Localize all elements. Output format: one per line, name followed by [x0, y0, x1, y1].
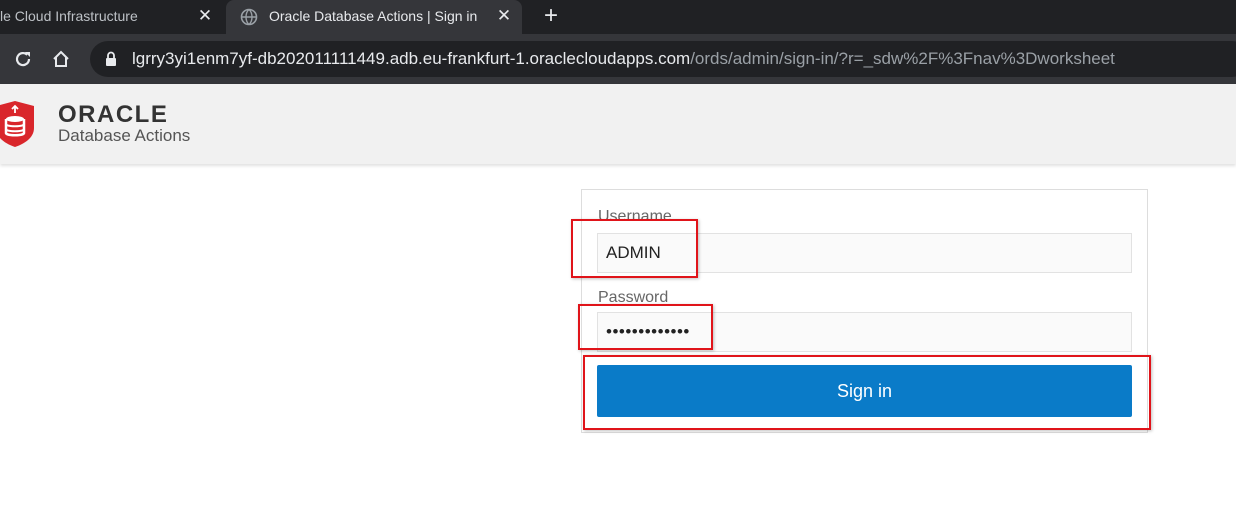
url-path: /ords/admin/sign-in/?r=_sdw%2F%3Fnav%3Dw…: [690, 49, 1115, 68]
tab-title: Oracle Database Actions | Sign in: [269, 8, 478, 24]
reload-icon[interactable]: [12, 48, 34, 70]
sign-in-highlight-box: [583, 355, 1151, 430]
password-highlight-box: [578, 304, 713, 350]
database-actions-logo-icon: [0, 101, 34, 147]
home-icon[interactable]: [50, 48, 72, 70]
browser-tab-database-actions[interactable]: Oracle Database Actions | Sign in ✕: [226, 0, 522, 34]
oracle-logo: ORACLE: [58, 101, 169, 128]
app-header: [0, 84, 1236, 164]
browser-tab-cloud-infrastructure[interactable]: le Cloud Infrastructure ✕: [0, 0, 224, 34]
new-tab-button[interactable]: +: [540, 4, 562, 28]
url-text[interactable]: lgrry3yi1enm7yf-db202011111449.adb.eu-fr…: [132, 49, 1115, 69]
tab-title: le Cloud Infrastructure: [0, 8, 138, 24]
product-name: Database Actions: [58, 126, 191, 145]
close-tab-icon[interactable]: ✕: [494, 6, 514, 26]
url-host: lgrry3yi1enm7yf-db202011111449.adb.eu-fr…: [132, 49, 691, 68]
lock-icon[interactable]: [105, 51, 117, 67]
close-tab-icon[interactable]: ✕: [195, 6, 215, 26]
username-highlight-box: [571, 219, 698, 278]
globe-icon: [240, 8, 258, 26]
